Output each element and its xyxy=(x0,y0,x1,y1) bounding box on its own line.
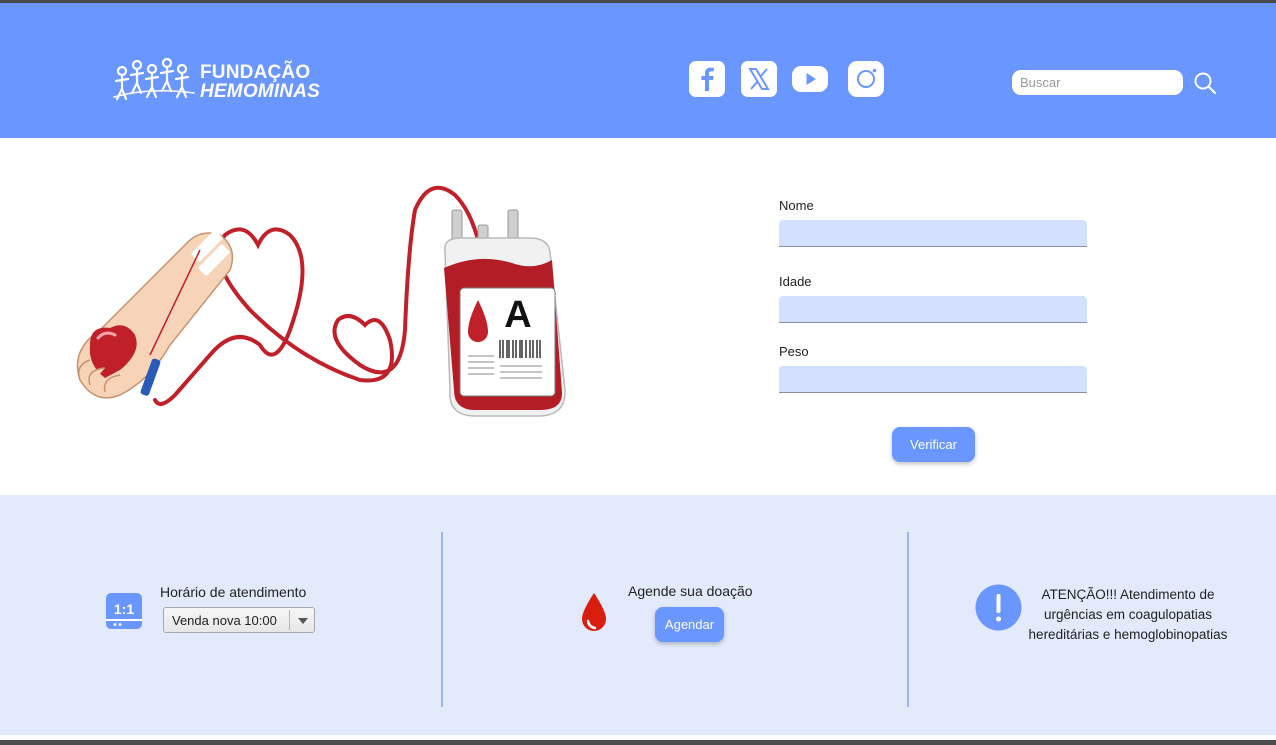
hours-label: Horário de atendimento xyxy=(160,584,307,600)
hours-select-value: Venda nova 10:00 xyxy=(172,613,277,628)
instagram-icon[interactable] xyxy=(848,61,884,97)
blood-donation-illustration: A xyxy=(76,185,566,417)
clock-icon: 1:1 xyxy=(106,593,142,629)
search-input[interactable] xyxy=(1012,70,1183,95)
weight-label: Peso xyxy=(779,344,809,359)
weight-field[interactable] xyxy=(779,366,1087,393)
blood-type-letter: A xyxy=(504,294,531,336)
hemominas-logo[interactable]: FUNDAÇÃO HEMOMINAS xyxy=(110,55,320,105)
select-separator xyxy=(289,610,290,630)
svg-text:1:1: 1:1 xyxy=(114,601,134,617)
logo-text: FUNDAÇÃO HEMOMINAS xyxy=(200,63,320,101)
window-bottom-border xyxy=(0,740,1276,745)
verify-button[interactable]: Verificar xyxy=(892,427,975,462)
facebook-icon[interactable] xyxy=(689,61,725,97)
alert-text: ATENÇÃO!!! Atendimento de urgências em c… xyxy=(1028,587,1228,642)
x-icon[interactable] xyxy=(741,61,777,97)
schedule-button[interactable]: Agendar xyxy=(655,607,724,642)
logo-line1: FUNDAÇÃO xyxy=(200,62,311,83)
logo-line2: HEMOMINAS xyxy=(200,81,321,102)
chevron-down-icon xyxy=(298,618,308,624)
divider xyxy=(441,532,443,707)
search-icon[interactable] xyxy=(1193,71,1217,95)
hours-select[interactable]: Venda nova 10:00 xyxy=(163,607,315,633)
youtube-icon[interactable] xyxy=(792,61,828,97)
blood-drop-icon xyxy=(582,593,606,631)
alert-icon xyxy=(975,584,1022,631)
info-bar: 1:1 Horário de atendimento Venda nova 10… xyxy=(0,495,1276,735)
logo-figures-icon xyxy=(113,57,195,101)
age-label: Idade xyxy=(779,274,812,289)
name-label: Nome xyxy=(779,198,814,213)
site-header: FUNDAÇÃO HEMOMINAS xyxy=(0,3,1276,138)
name-field[interactable] xyxy=(779,220,1087,247)
schedule-label: Agende sua doação xyxy=(628,583,753,599)
divider xyxy=(907,532,909,707)
age-field[interactable] xyxy=(779,296,1087,323)
